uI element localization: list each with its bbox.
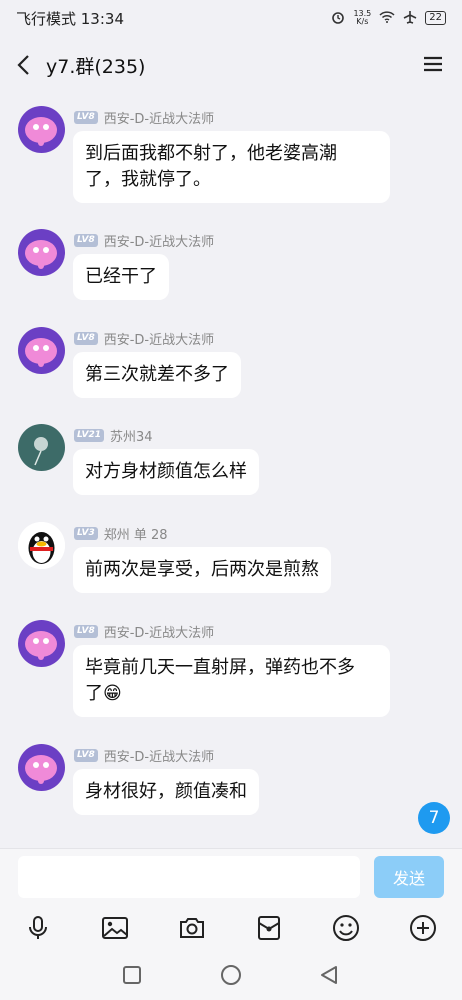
chat-header: y7.群(235) — [0, 36, 462, 94]
level-badge: LV8 — [74, 111, 98, 124]
network-speed-unit: K/s — [356, 17, 369, 26]
red-packet-icon[interactable] — [253, 912, 285, 944]
level-badge: LV3 — [74, 527, 98, 540]
level-badge: LV8 — [74, 749, 98, 762]
message-bubble[interactable]: 身材很好，颜值凑和 — [73, 769, 259, 815]
plus-icon[interactable] — [407, 912, 439, 944]
message-bubble[interactable]: 到后面我都不射了，他老婆高潮 了，我就停了。 — [73, 131, 390, 203]
message-text-line: 到后面我都不射了，他老婆高潮 — [85, 143, 337, 164]
unread-count-badge[interactable]: 7 — [418, 802, 450, 834]
message-bubble[interactable]: 第三次就差不多了 — [73, 352, 241, 398]
sender-name[interactable]: 郑州 单 28 — [104, 524, 168, 543]
message-text-line: 前两次是享受，后两次是煎熬 — [85, 559, 319, 580]
sender-name[interactable]: 西安-D-近战大法师 — [104, 108, 214, 127]
message-text-line: 已经干了 — [85, 266, 157, 287]
message-text-line: 了，我就停了。 — [85, 169, 211, 190]
sender-name[interactable]: 西安-D-近战大法师 — [104, 622, 214, 641]
home-icon[interactable] — [220, 964, 242, 986]
message-text-line: 第三次就差不多了 — [85, 364, 229, 385]
avatar[interactable] — [18, 522, 65, 569]
message-text-line: 了😁 — [85, 683, 122, 704]
airplane-icon — [403, 10, 417, 27]
message-meta: LV21 苏州34 — [74, 426, 153, 445]
message-list[interactable]: LV8 西安-D-近战大法师 到后面我都不射了，他老婆高潮 了，我就停了。 LV… — [0, 94, 462, 848]
alarm-icon — [331, 10, 345, 27]
message-meta: LV8 西安-D-近战大法师 — [74, 622, 214, 641]
avatar[interactable] — [18, 229, 65, 276]
sender-name[interactable]: 西安-D-近战大法师 — [104, 329, 214, 348]
sender-name[interactable]: 苏州34 — [110, 426, 153, 445]
message-text-line: 对方身材颜值怎么样 — [85, 461, 247, 482]
system-navigation-bar — [0, 950, 462, 1000]
avatar[interactable] — [18, 424, 65, 471]
level-badge: LV8 — [74, 625, 98, 638]
back-triangle-icon[interactable] — [318, 964, 340, 986]
status-time: 飞行模式 13:34 — [16, 9, 124, 28]
sender-name[interactable]: 西安-D-近战大法师 — [104, 746, 214, 765]
recent-apps-icon[interactable] — [121, 964, 143, 986]
avatar[interactable] — [18, 744, 65, 791]
message-bubble[interactable]: 毕竟前几天一直射屏，弹药也不多 了😁 — [73, 645, 390, 717]
message-text-line: 毕竟前几天一直射屏，弹药也不多 — [85, 657, 355, 678]
message-bubble[interactable]: 已经干了 — [73, 254, 169, 300]
level-badge: LV8 — [74, 332, 98, 345]
chat-title[interactable]: y7.群(235) — [46, 52, 422, 79]
status-icons: 13.5 K/s 22 — [331, 10, 446, 27]
level-badge: LV8 — [74, 234, 98, 247]
wifi-icon — [379, 10, 395, 26]
input-toolbar — [0, 906, 462, 950]
emoji-icon[interactable] — [330, 912, 362, 944]
camera-icon[interactable] — [176, 912, 208, 944]
avatar[interactable] — [18, 620, 65, 667]
battery-indicator: 22 — [425, 11, 446, 25]
avatar[interactable] — [18, 327, 65, 374]
avatar[interactable] — [18, 106, 65, 153]
level-badge: LV21 — [74, 429, 104, 442]
message-bubble[interactable]: 前两次是享受，后两次是煎熬 — [73, 547, 331, 593]
message-input[interactable] — [18, 856, 360, 898]
image-icon[interactable] — [99, 912, 131, 944]
chevron-left-icon[interactable] — [16, 53, 40, 77]
message-meta: LV8 西安-D-近战大法师 — [74, 108, 214, 127]
sender-name[interactable]: 西安-D-近战大法师 — [104, 231, 214, 250]
message-meta: LV3 郑州 单 28 — [74, 524, 168, 543]
message-bubble[interactable]: 对方身材颜值怎么样 — [73, 449, 259, 495]
message-text-line: 身材很好，颜值凑和 — [85, 781, 247, 802]
microphone-icon[interactable] — [22, 912, 54, 944]
input-bar: 发送 — [0, 848, 462, 906]
status-bar: 飞行模式 13:34 13.5 K/s 22 — [0, 0, 462, 36]
message-meta: LV8 西安-D-近战大法师 — [74, 231, 214, 250]
network-speed: 13.5 K/s — [353, 10, 371, 26]
message-meta: LV8 西安-D-近战大法师 — [74, 746, 214, 765]
send-button[interactable]: 发送 — [374, 856, 444, 898]
message-meta: LV8 西安-D-近战大法师 — [74, 329, 214, 348]
hamburger-menu-icon[interactable] — [422, 53, 446, 77]
